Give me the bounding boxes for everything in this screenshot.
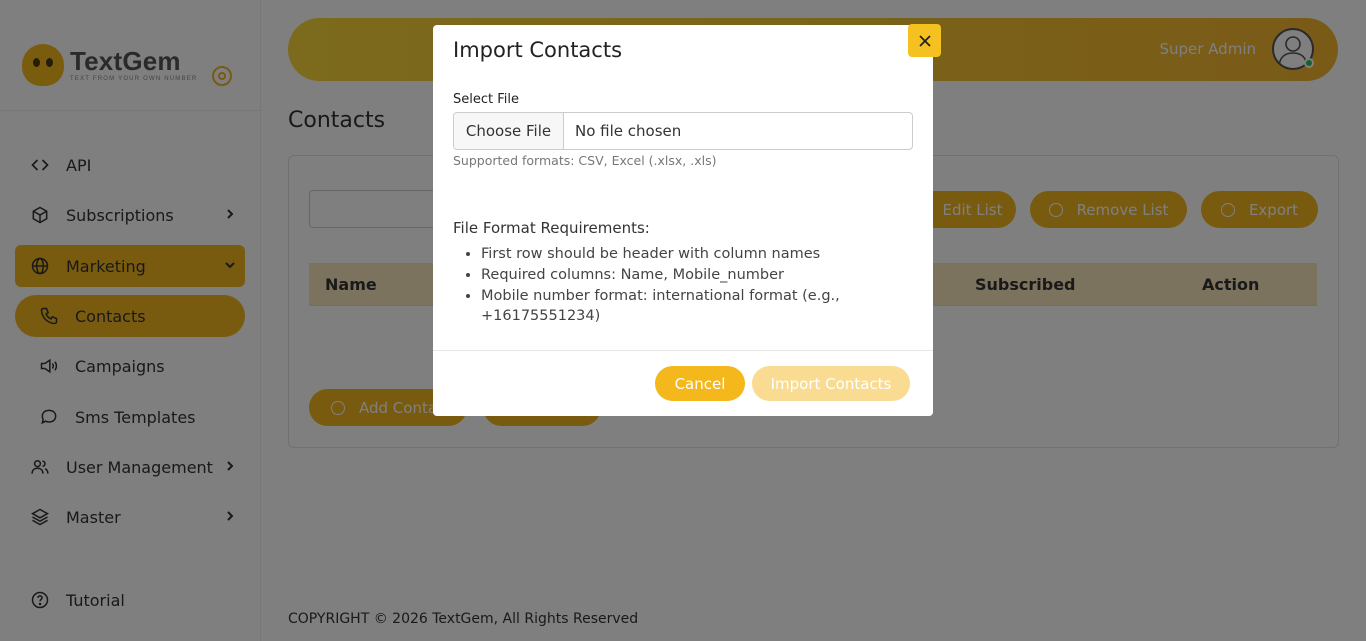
close-icon [918, 34, 931, 47]
requirements-title: File Format Requirements: [453, 219, 650, 237]
file-input[interactable]: Choose File No file chosen [453, 112, 913, 150]
list-item: Required columns: Name, Mobile_number [481, 265, 881, 285]
cancel-button[interactable]: Cancel [655, 366, 745, 401]
import-contacts-modal: Import Contacts Select File Choose File … [433, 24, 941, 416]
requirements-list: First row should be header with column n… [481, 244, 881, 327]
list-item: Mobile number format: international form… [481, 286, 881, 326]
modal-title: Import Contacts [453, 38, 623, 62]
list-item: First row should be header with column n… [481, 244, 881, 264]
modal-footer: Cancel Import Contacts [433, 350, 933, 416]
select-file-label: Select File [453, 92, 519, 107]
choose-file-button[interactable]: Choose File [454, 113, 564, 149]
supported-formats-hint: Supported formats: CSV, Excel (.xlsx, .x… [453, 153, 717, 168]
import-contacts-button[interactable]: Import Contacts [752, 366, 910, 401]
close-button[interactable] [908, 24, 941, 57]
file-status: No file chosen [575, 122, 682, 140]
